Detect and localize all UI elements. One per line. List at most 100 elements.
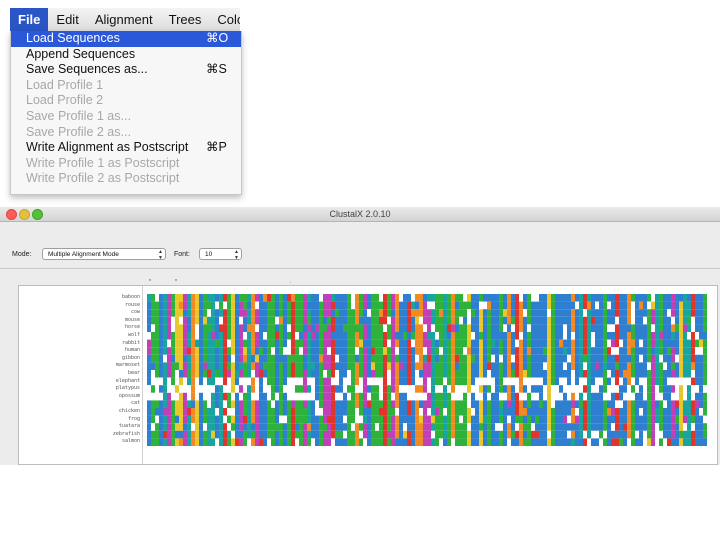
residue-cell (319, 339, 323, 348)
residue-cell (331, 354, 335, 363)
residue-cell (551, 392, 555, 401)
residue-cell (335, 415, 339, 424)
residue-cell (303, 377, 307, 386)
residue-cell (263, 400, 267, 408)
residue-cell (515, 408, 519, 416)
sequence-name[interactable]: cat (22, 400, 140, 408)
sequence-name[interactable]: frog (22, 416, 140, 424)
menu-trees[interactable]: Trees (161, 8, 210, 31)
residue-cell (367, 392, 371, 401)
residue-cell (495, 392, 499, 401)
residue-cell (687, 362, 691, 370)
residue-cell (555, 301, 559, 310)
residue-cell (391, 385, 395, 393)
residue-cell (167, 415, 171, 424)
residue-cell (371, 362, 375, 370)
residue-cell (151, 423, 155, 431)
sequence-name[interactable]: horse (22, 324, 140, 332)
menu-color[interactable]: Color (209, 8, 240, 31)
sequence-name[interactable]: rouse (22, 302, 140, 310)
residue-cell (427, 400, 431, 408)
residue-cell (299, 324, 303, 332)
residue-cell (391, 415, 395, 424)
sequence-name[interactable]: elephant (22, 378, 140, 386)
menu-item-save-sequences-as[interactable]: Save Sequences as... ⌘S (11, 62, 241, 78)
residue-cell (215, 294, 219, 302)
residue-cell (155, 370, 159, 378)
residue-cell (239, 354, 243, 363)
sequence-name[interactable]: mouse (22, 317, 140, 325)
residue-cell (635, 392, 639, 401)
residue-cell (219, 400, 223, 408)
residue-cell (547, 408, 551, 416)
residue-cell (163, 316, 167, 325)
residue-cell (267, 354, 271, 363)
residue-cell (419, 423, 423, 431)
residue-cell (523, 354, 527, 363)
sequence-name[interactable]: chicken (22, 408, 140, 416)
sequence-name[interactable]: zebrafish (22, 431, 140, 439)
sequence-name[interactable]: wolf (22, 332, 140, 340)
residue-cell (187, 430, 191, 439)
sequence-name[interactable]: platypus (22, 385, 140, 393)
menu-item-write-alignment-as-postscript[interactable]: Write Alignment as Postscript ⌘P (11, 140, 241, 156)
residue-cell (175, 294, 179, 302)
sequence-name[interactable]: baboon (22, 294, 140, 302)
residue-cell (251, 347, 255, 355)
sequence-name[interactable]: bear (22, 370, 140, 378)
menu-file[interactable]: File (10, 8, 49, 31)
sequence-name[interactable]: marmoset (22, 362, 140, 370)
residue-cell (311, 309, 315, 317)
residue-cell (487, 339, 491, 348)
residue-cell (611, 400, 615, 408)
residue-cell (435, 324, 439, 332)
alignment-residue-grid[interactable] (147, 294, 710, 461)
file-menu-dropdown: Load Sequences ⌘O Append Sequences Save Seq… (10, 31, 242, 195)
menu-alignment[interactable]: Alignment (87, 8, 161, 31)
residue-cell (411, 408, 415, 416)
residue-cell (487, 316, 491, 325)
residue-cell (295, 423, 299, 431)
residue-cell (691, 392, 695, 401)
residue-cell (303, 392, 307, 401)
residue-cell (231, 332, 235, 340)
residue-cell (643, 400, 647, 408)
residue-cell (223, 309, 227, 317)
sequence-name[interactable]: rabbit (22, 340, 140, 348)
residue-cell (299, 438, 303, 446)
menu-edit[interactable]: Edit (48, 8, 86, 31)
residue-cell (495, 316, 499, 325)
residue-cell (503, 408, 507, 416)
residue-cell (443, 354, 447, 363)
residue-cell (283, 294, 287, 302)
residue-cell (583, 347, 587, 355)
residue-cell (683, 347, 687, 355)
residue-cell (175, 339, 179, 348)
sequence-name[interactable]: human (22, 347, 140, 355)
residue-cell (419, 362, 423, 370)
names-separator (142, 286, 143, 464)
residue-cell (379, 370, 383, 378)
residue-cell (319, 354, 323, 363)
sequence-name[interactable]: tuatara (22, 423, 140, 431)
residue-cell (423, 377, 427, 386)
residue-cell (539, 400, 543, 408)
residue-cell (703, 332, 707, 340)
residue-cell (299, 332, 303, 340)
residue-cell (239, 370, 243, 378)
residue-cell (443, 347, 447, 355)
sequence-name[interactable]: gibbon (22, 355, 140, 363)
menu-item-append-sequences[interactable]: Append Sequences (11, 47, 241, 63)
residue-cell (411, 294, 415, 302)
residue-cell (355, 354, 359, 363)
residue-cell (171, 339, 175, 348)
sequence-name[interactable]: cow (22, 309, 140, 317)
residue-cell (499, 430, 503, 439)
menu-item-load-sequences[interactable]: Load Sequences ⌘O (11, 31, 241, 47)
residue-cell (539, 301, 543, 310)
residue-cell (219, 347, 223, 355)
font-size-select[interactable]: 10 ▲ ▼ (199, 248, 242, 261)
sequence-name[interactable]: salmon (22, 438, 140, 446)
sequence-name[interactable]: opossum (22, 393, 140, 401)
mode-select[interactable]: Multiple Alignment Mode ▲ ▼ (42, 248, 166, 261)
